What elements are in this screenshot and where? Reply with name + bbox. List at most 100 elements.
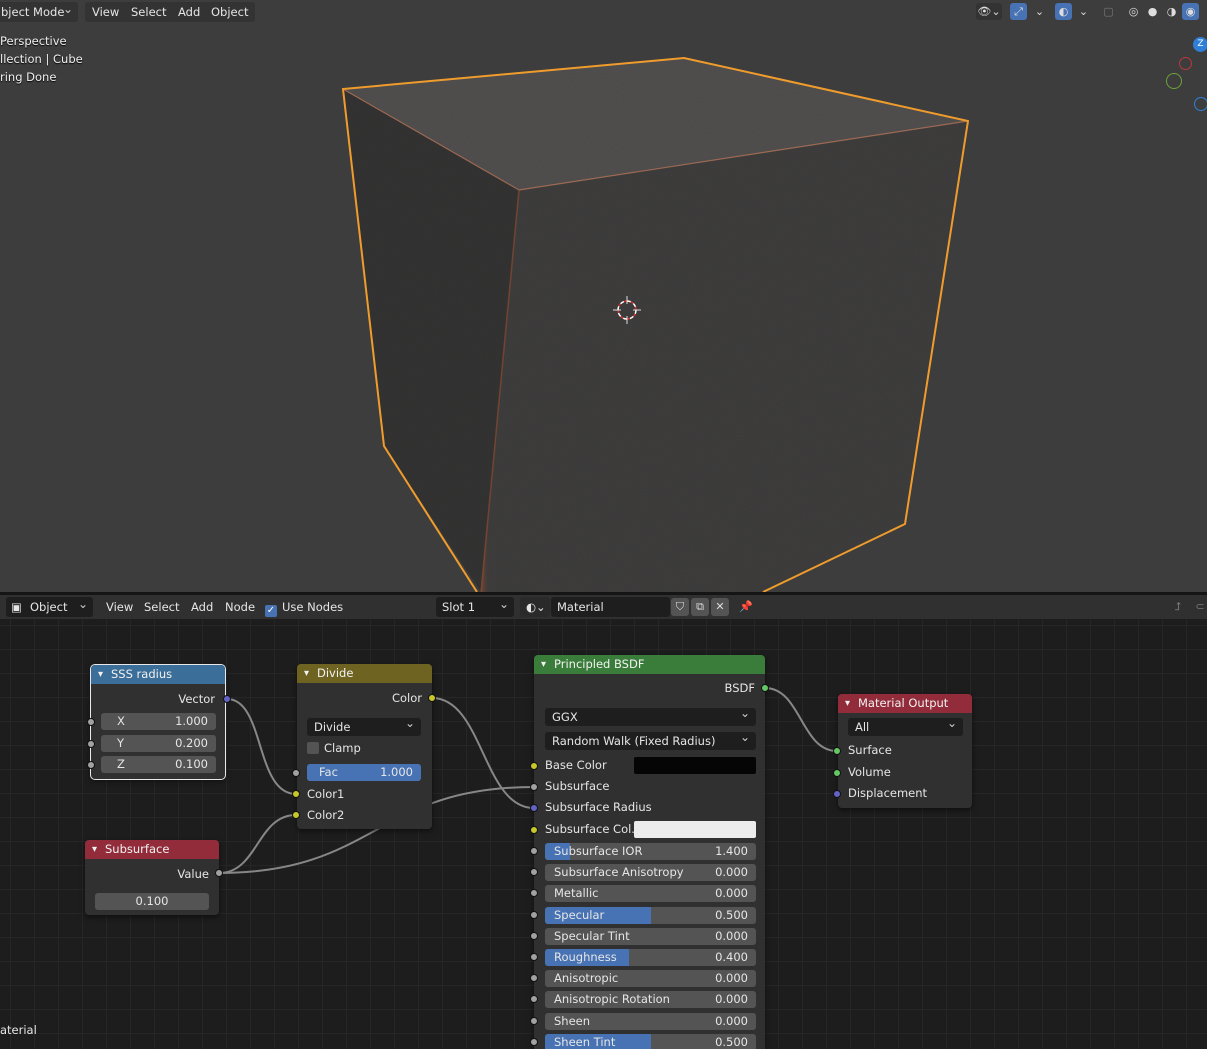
slider-label: Sheen — [554, 1014, 591, 1028]
bsdf-slider-anisotropic-rotation[interactable]: Anisotropic Rotation 0.000 — [545, 991, 756, 1008]
subsurface-value-node[interactable]: Subsurface Value 0.100 — [85, 840, 219, 915]
overlay-toggle-icon[interactable]: ◐ — [1055, 3, 1072, 20]
vector-output-socket[interactable] — [223, 695, 231, 703]
bsdf-slider-subsurface-anisotropy[interactable]: Subsurface Anisotropy 0.000 — [545, 864, 756, 881]
add-menu[interactable]: Add — [171, 2, 208, 22]
node-view-menu[interactable]: View — [100, 597, 139, 617]
use-nodes-toggle[interactable]: ✓ Use Nodes — [259, 597, 349, 617]
material-output-node[interactable]: Material Output All Surface Volume Displ… — [838, 694, 972, 808]
color2-input-label: Color2 — [307, 808, 345, 822]
bsdf-output-socket[interactable] — [761, 684, 769, 692]
bsdf-input-socket[interactable] — [530, 1017, 538, 1025]
parent-node-tree-icon[interactable]: ⮥ — [1169, 598, 1187, 616]
bsdf-slider-anisotropic[interactable]: Anisotropic 0.000 — [545, 970, 756, 987]
render-target-dropdown[interactable]: All — [848, 714, 963, 736]
displacement-input-socket[interactable] — [833, 790, 841, 798]
bsdf-input-socket[interactable] — [530, 1038, 538, 1046]
editor-type-select[interactable]: ▣ Object — [6, 594, 93, 617]
x-field[interactable]: X 1.000 — [101, 713, 216, 730]
y-field[interactable]: Y 0.200 — [101, 735, 216, 752]
node-select-menu[interactable]: Select — [138, 597, 185, 617]
bsdf-input-socket[interactable] — [530, 911, 538, 919]
gizmo-toggle-icon[interactable]: ⤢ — [1010, 3, 1027, 20]
link-bsdf-to-surface — [764, 687, 838, 752]
blend-mode-dropdown[interactable]: Divide — [307, 714, 421, 736]
object-menu[interactable]: Object — [204, 2, 256, 22]
bsdf-slider-subsurface-ior[interactable]: Subsurface IOR 1.400 — [545, 843, 756, 860]
y-label: Y — [117, 736, 125, 750]
material-name-field[interactable]: Material — [551, 597, 670, 617]
bsdf-input-socket[interactable] — [530, 889, 538, 897]
subsurface-method-dropdown[interactable]: Random Walk (Fixed Radius) — [545, 728, 756, 750]
bsdf-slider-sheen-tint[interactable]: Sheen Tint 0.500 — [545, 1034, 756, 1049]
rendered-shading-icon[interactable]: ◉ — [1182, 3, 1199, 20]
view-menu[interactable]: View — [85, 2, 127, 22]
wireframe-shading-icon[interactable]: ◎ — [1125, 3, 1142, 20]
3d-viewport[interactable]: bject Mode View Select Add Object 👁⌄ ⤢ ⌄… — [0, 0, 1207, 592]
solid-shading-icon[interactable]: ● — [1144, 3, 1161, 20]
z-input-socket[interactable] — [87, 761, 95, 769]
x-input-socket[interactable] — [87, 718, 95, 726]
bsdf-slider-specular-tint[interactable]: Specular Tint 0.000 — [545, 928, 756, 945]
slider-label: Anisotropic Rotation — [554, 992, 670, 1006]
fac-slider[interactable]: Fac 1.000 — [307, 764, 421, 781]
xray-icon[interactable]: ▢ — [1100, 3, 1117, 20]
bsdf-input-socket[interactable] — [530, 932, 538, 940]
surface-input-socket[interactable] — [833, 747, 841, 755]
mode-select[interactable]: bject Mode — [0, 0, 78, 22]
subsurface-input-socket[interactable] — [530, 783, 538, 791]
subsurface-color-label: Subsurface Col... — [545, 822, 643, 836]
distribution-label: GGX — [552, 710, 578, 724]
subsurface-color-swatch[interactable] — [634, 821, 756, 838]
clamp-checkbox[interactable] — [307, 742, 319, 754]
base-color-swatch[interactable] — [634, 757, 756, 774]
color2-input-socket[interactable] — [292, 811, 300, 819]
slot-select[interactable]: Slot 1 — [436, 594, 514, 617]
bsdf-input-socket[interactable] — [530, 953, 538, 961]
node-add-menu[interactable]: Add — [185, 597, 219, 617]
color1-input-socket[interactable] — [292, 790, 300, 798]
gizmo-z-axis[interactable]: Z — [1193, 37, 1207, 52]
node-menu[interactable]: Node — [219, 597, 261, 617]
base-color-input-socket[interactable] — [530, 762, 538, 770]
bsdf-slider-roughness[interactable]: Roughness 0.400 — [545, 949, 756, 966]
slider-value: 0.500 — [715, 908, 748, 922]
snap-icon[interactable]: ⊂ — [1191, 598, 1207, 616]
bsdf-input-socket[interactable] — [530, 995, 538, 1003]
bsdf-slider-specular[interactable]: Specular 0.500 — [545, 907, 756, 924]
gizmo-neg-z-axis[interactable] — [1194, 97, 1207, 111]
value-output-socket[interactable] — [215, 869, 223, 877]
pin-icon[interactable]: 📌 — [737, 598, 755, 616]
material-shading-icon[interactable]: ◑ — [1163, 3, 1180, 20]
color-output-socket[interactable] — [428, 694, 436, 702]
bsdf-slider-sheen[interactable]: Sheen 0.000 — [545, 1013, 756, 1030]
bsdf-slider-metallic[interactable]: Metallic 0.000 — [545, 885, 756, 902]
principled-bsdf-node[interactable]: Principled BSDF BSDF GGX Random Walk (Fi… — [534, 655, 765, 1049]
unlink-material-icon[interactable]: ✕ — [711, 598, 729, 616]
subsurface-radius-input-socket[interactable] — [530, 804, 538, 812]
subsurface-color-input-socket[interactable] — [530, 826, 538, 834]
z-field[interactable]: Z 0.100 — [101, 756, 216, 773]
divide-node[interactable]: Divide Color Divide Clamp Fac 1.000 Color… — [297, 664, 432, 829]
fac-input-socket[interactable] — [292, 769, 300, 777]
gizmo-y-axis[interactable] — [1166, 73, 1182, 89]
bsdf-input-socket[interactable] — [530, 974, 538, 982]
chevron-down-icon[interactable]: ⌄ — [1031, 3, 1048, 20]
material-browse-button[interactable]: ◐⌄ — [520, 597, 550, 617]
gizmo-neg-x-axis[interactable] — [1179, 57, 1192, 70]
bsdf-input-socket[interactable] — [530, 868, 538, 876]
duplicate-material-icon[interactable]: ⧉ — [691, 598, 709, 616]
bsdf-input-socket[interactable] — [530, 847, 538, 855]
cube-render[interactable] — [0, 0, 1207, 592]
sss-radius-node[interactable]: SSS radius Vector X 1.000 Y 0.200 Z 0.100 — [90, 664, 226, 780]
subsurface-method-label: Random Walk (Fixed Radius) — [552, 734, 716, 748]
chevron-down-icon[interactable]: ⌄ — [1075, 3, 1092, 20]
fake-user-shield-icon[interactable]: ⛉ — [671, 598, 689, 616]
visibility-icon[interactable]: 👁⌄ — [976, 3, 1002, 20]
node-editor-canvas[interactable]: SSS radius Vector X 1.000 Y 0.200 Z 0.100 D… — [0, 619, 1207, 1049]
select-menu[interactable]: Select — [124, 2, 174, 22]
volume-input-socket[interactable] — [833, 769, 841, 777]
subsurface-value-field[interactable]: 0.100 — [95, 893, 209, 910]
y-input-socket[interactable] — [87, 740, 95, 748]
distribution-dropdown[interactable]: GGX — [545, 704, 756, 726]
